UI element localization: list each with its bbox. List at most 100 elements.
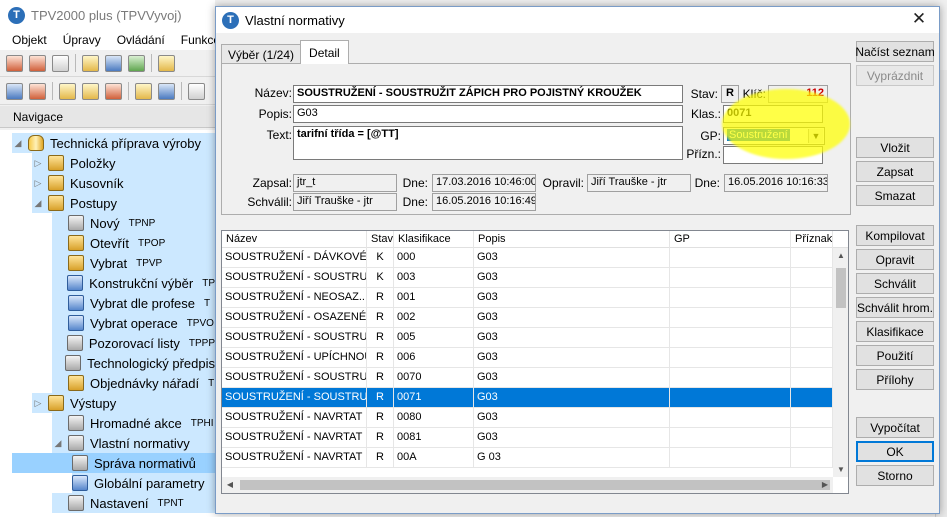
scroll-down-icon[interactable]: ▼	[833, 462, 848, 477]
tree-item-label: Nový	[90, 215, 120, 231]
table-row[interactable]: SOUSTRUŽENÍ - OSAZENÉ... R 002 G03	[222, 308, 833, 328]
collapsed-arrow-icon[interactable]: ▷	[32, 398, 44, 409]
prilohy-button[interactable]: Přílohy	[856, 369, 934, 390]
tree-item-novy[interactable]: Nový TPNP	[52, 213, 215, 233]
vlozit-button[interactable]: Vložit	[856, 137, 934, 158]
tree-item-sprava-normativu[interactable]: Správa normativů	[12, 453, 215, 473]
scroll-up-icon[interactable]: ▲	[833, 248, 848, 263]
close-icon[interactable]: ✕	[909, 9, 929, 29]
menu-ovladani[interactable]: Ovládání	[117, 33, 165, 47]
tab-detail[interactable]: Detail	[300, 40, 349, 64]
tree-item-polozky[interactable]: ▷ Položky	[32, 153, 215, 173]
schvalit-hromadne-button[interactable]: Schválit hrom.	[856, 297, 934, 318]
tree-item-technologicky-predpis[interactable]: Technologický předpis	[52, 353, 215, 373]
table-row[interactable]: SOUSTRUŽENÍ - SOUSTRU... K 003 G03	[222, 268, 833, 288]
chevron-down-icon[interactable]: ▼	[808, 129, 823, 143]
nazev-field[interactable]: SOUSTRUŽENÍ - SOUSTRUŽIT ZÁPICH PRO POJI…	[293, 85, 683, 103]
scroll-right-icon[interactable]: ▶	[817, 477, 833, 492]
tree-item-vybrat-operace[interactable]: Vybrat operace TPVO	[52, 313, 215, 333]
tab-vyber[interactable]: Výběr (1/24)	[221, 44, 302, 64]
klas-field[interactable]: 0071	[723, 105, 823, 123]
document-icon[interactable]	[82, 54, 99, 72]
prizn-field[interactable]	[723, 146, 823, 164]
table-cell: R	[367, 368, 394, 388]
import-icon[interactable]	[135, 82, 152, 100]
table-row[interactable]: SOUSTRUŽENÍ - UPÍCHNOUT R 006 G03	[222, 348, 833, 368]
tree-item-objednavky-naradi[interactable]: Objednávky nářadí T	[52, 373, 215, 393]
tree-item-vybrat[interactable]: Vybrat TPVP	[52, 253, 215, 273]
export-icon[interactable]	[158, 82, 175, 100]
pouziti-button[interactable]: Použití	[856, 345, 934, 366]
horizontal-scrollbar[interactable]: ◀ ▶	[222, 477, 833, 493]
gp-combobox[interactable]: Soustružení ▼	[723, 127, 825, 145]
tree-item-pozorovaci-listy[interactable]: Pozorovací listy TPPP	[52, 333, 215, 353]
collapsed-arrow-icon[interactable]: ▷	[32, 158, 44, 169]
tree-item-code: T	[208, 377, 215, 389]
zapsat-button[interactable]: Zapsat	[856, 161, 934, 182]
table-row[interactable]: SOUSTRUŽENÍ - NAVRTAT ,... R 00A G 03	[222, 448, 833, 468]
expanded-arrow-icon[interactable]: ◢	[12, 138, 24, 149]
vypocitat-button[interactable]: Vypočítat	[856, 417, 934, 438]
tree-item-nastaveni[interactable]: Nastavení TPNT	[52, 493, 215, 513]
save-icon[interactable]	[6, 82, 23, 100]
horizontal-scroll-thumb[interactable]	[240, 480, 830, 490]
tree-item-vystupy[interactable]: ▷ Výstupy	[32, 393, 215, 413]
tree-item-postupy[interactable]: ◢ Postupy	[32, 193, 215, 213]
column-header-popis[interactable]: Popis	[474, 231, 670, 248]
stamp-icon[interactable]	[29, 82, 46, 100]
tree-item-vlastni-normativy[interactable]: ◢ Vlastní normativy	[52, 433, 215, 453]
expanded-arrow-icon[interactable]: ◢	[32, 198, 44, 209]
hierarchy-icon[interactable]	[128, 54, 145, 72]
tools-icon[interactable]	[158, 54, 175, 72]
edit-list-icon[interactable]	[29, 54, 46, 72]
prizn-label: Přízn.:	[686, 147, 721, 161]
kompilovat-button[interactable]: Kompilovat	[856, 225, 934, 246]
tree-item-code: TPVO	[186, 317, 214, 329]
table-row[interactable]: SOUSTRUŽENÍ - NAVRTAT ... R 0080 G03	[222, 408, 833, 428]
expanded-arrow-icon[interactable]: ◢	[52, 438, 64, 449]
popis-field[interactable]: G03	[293, 105, 683, 123]
column-header-nazev[interactable]: Název	[222, 231, 367, 248]
app-logo-icon: T	[8, 6, 25, 24]
tree-item-otevrit[interactable]: Otevřít TPOP	[52, 233, 215, 253]
vertical-scroll-thumb[interactable]	[836, 268, 846, 308]
table-row[interactable]: SOUSTRUŽENÍ - NEOSAZ... R 001 G03	[222, 288, 833, 308]
tree-item-kusovnik[interactable]: ▷ Kusovník	[32, 173, 215, 193]
scroll-left-icon[interactable]: ◀	[222, 477, 238, 492]
grid-edit-icon[interactable]	[82, 82, 99, 100]
menu-upravy[interactable]: Úpravy	[63, 33, 101, 47]
tree-item-technicka-priprava[interactable]: ◢ Technická příprava výroby	[12, 133, 215, 153]
text-field[interactable]: tarifní třída = [@TT]	[293, 126, 683, 160]
vertical-scrollbar[interactable]: ▲ ▼	[833, 248, 848, 477]
tree-item-konstrukcni-vyber[interactable]: Konstrukční výběr TP	[52, 273, 215, 293]
vyprazdnit-button[interactable]: Vyprázdnit	[856, 65, 934, 86]
schvalit-button[interactable]: Schválit	[856, 273, 934, 294]
window-icon[interactable]	[188, 82, 205, 100]
tree-item-code: TPNP	[128, 217, 156, 229]
tree-item-vybrat-dle-profese[interactable]: Vybrat dle profese T	[52, 293, 215, 313]
collapsed-arrow-icon[interactable]: ▷	[32, 178, 44, 189]
tree-item-hromadne-akce[interactable]: Hromadné akce TPHI	[52, 413, 215, 433]
storno-button[interactable]: Storno	[856, 465, 934, 486]
table-row[interactable]: SOUSTRUŽENÍ - SOUSTRU... R 0071 G03	[222, 388, 833, 408]
column-header-klasifikace[interactable]: Klasifikace	[394, 231, 474, 248]
ok-button[interactable]: OK	[856, 441, 934, 462]
nacist-seznam-button[interactable]: Načíst seznam	[855, 41, 935, 62]
checklist-icon[interactable]	[6, 54, 23, 72]
list-icon[interactable]	[105, 54, 122, 72]
table-row[interactable]: SOUSTRUŽENÍ - DÁVKOVÉ... K 000 G03	[222, 248, 833, 268]
tree-item-globalni-parametry[interactable]: Globální parametry	[72, 473, 215, 493]
column-header-gp[interactable]: GP	[670, 231, 791, 248]
klasifikace-button[interactable]: Klasifikace	[856, 321, 934, 342]
table-row[interactable]: SOUSTRUŽENÍ - SOUSTRU... R 0070 G03	[222, 368, 833, 388]
table-row[interactable]: SOUSTRUŽENÍ - NAVRTAT ,... R 0081 G03	[222, 428, 833, 448]
smazat-button[interactable]: Smazat	[856, 185, 934, 206]
column-header-priznak[interactable]: Příznak	[791, 231, 833, 248]
grid-add-icon[interactable]	[59, 82, 76, 100]
table-row[interactable]: SOUSTRUŽENÍ - SOUSTRU... R 005 G03	[222, 328, 833, 348]
menu-objekt[interactable]: Objekt	[12, 33, 47, 47]
column-header-stav[interactable]: Stav	[367, 231, 394, 248]
opravit-button[interactable]: Opravit	[856, 249, 934, 270]
grid-delete-icon[interactable]	[105, 82, 122, 100]
camera-icon[interactable]	[52, 54, 69, 72]
